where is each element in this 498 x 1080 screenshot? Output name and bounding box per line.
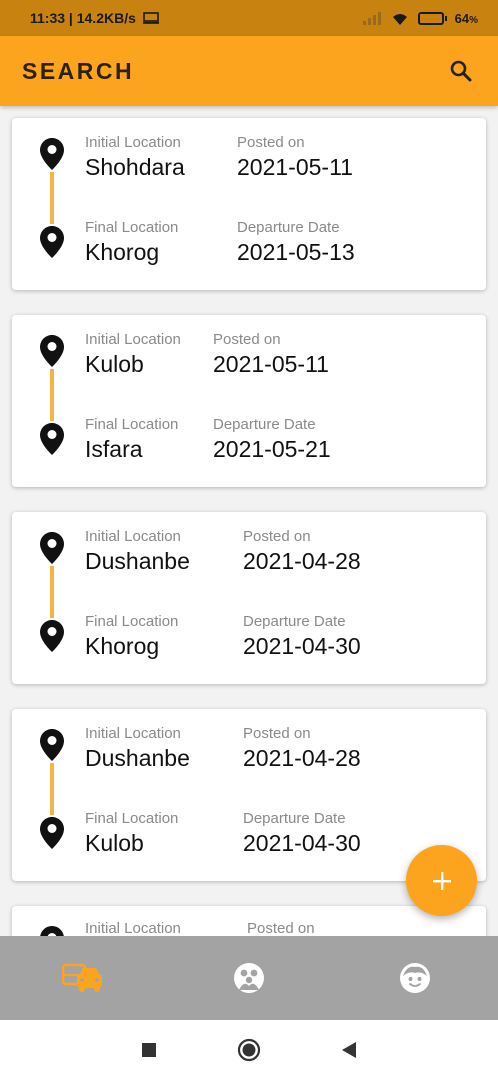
final-location-value: Khorog bbox=[85, 239, 160, 265]
status-bar: 11:33 | 14.2KB/s 64% bbox=[0, 0, 498, 36]
final-location-value: Kulob bbox=[85, 830, 144, 856]
status-left: 11:33 | 14.2KB/s bbox=[30, 10, 159, 26]
final-location-label: Final Location bbox=[85, 219, 179, 236]
posted-on-value: 2021-04-28 bbox=[243, 548, 361, 574]
status-right: 64% bbox=[362, 11, 478, 26]
initial-location-label: Initial Location bbox=[85, 725, 181, 742]
posted-on-label: Posted on bbox=[243, 725, 311, 742]
posted-on-label: Posted on bbox=[237, 134, 305, 151]
final-location-label: Final Location bbox=[85, 810, 179, 827]
location-pin-icon bbox=[40, 138, 64, 170]
search-button[interactable] bbox=[446, 56, 476, 86]
status-time-speed: 11:33 | 14.2KB/s bbox=[30, 10, 136, 26]
trip-card[interactable]: Initial Location Posted on bbox=[12, 906, 486, 936]
battery-icon bbox=[417, 11, 447, 25]
final-location-value: Isfara bbox=[85, 436, 143, 462]
initial-location-value: Kulob bbox=[85, 351, 144, 377]
recents-icon[interactable] bbox=[141, 1042, 157, 1058]
trip-card[interactable]: Initial Location Dushanbe Posted on 2021… bbox=[12, 512, 486, 684]
app-bar: SEARCH bbox=[0, 36, 498, 106]
profile-face-icon bbox=[400, 963, 430, 993]
location-pin-icon bbox=[40, 226, 64, 258]
posted-on-label: Posted on bbox=[247, 920, 315, 936]
posted-on-label: Posted on bbox=[243, 528, 311, 545]
posted-on-value: 2021-05-11 bbox=[213, 351, 329, 377]
departure-date-value: 2021-04-30 bbox=[243, 830, 361, 856]
location-pin-icon bbox=[40, 532, 64, 564]
location-pin-icon bbox=[40, 620, 64, 652]
final-location-value: Khorog bbox=[85, 633, 160, 659]
location-pin-icon bbox=[40, 335, 64, 367]
nav-item-profile[interactable] bbox=[385, 948, 445, 1008]
posted-on-label: Posted on bbox=[213, 331, 281, 348]
initial-location-label: Initial Location bbox=[85, 134, 181, 151]
posted-on-value: 2021-04-28 bbox=[243, 745, 361, 771]
back-icon[interactable] bbox=[341, 1041, 357, 1059]
location-pin-icon bbox=[40, 817, 64, 849]
departure-date-label: Departure Date bbox=[243, 810, 346, 827]
bottom-nav bbox=[0, 936, 498, 1020]
initial-location-value: Shohdara bbox=[85, 154, 185, 180]
departure-date-value: 2021-04-30 bbox=[243, 633, 361, 659]
search-icon bbox=[450, 60, 472, 82]
add-trip-button[interactable] bbox=[406, 845, 477, 916]
nav-item-rides[interactable] bbox=[53, 948, 113, 1008]
route-connector bbox=[50, 763, 54, 815]
home-icon[interactable] bbox=[237, 1038, 261, 1062]
initial-location-label: Initial Location bbox=[85, 528, 181, 545]
rides-icon bbox=[62, 963, 102, 992]
nav-item-group[interactable] bbox=[219, 948, 279, 1008]
trip-card[interactable]: Initial Location Kulob Posted on 2021-05… bbox=[12, 315, 486, 487]
final-location-label: Final Location bbox=[85, 416, 179, 433]
location-pin-icon bbox=[40, 926, 64, 936]
departure-date-value: 2021-05-21 bbox=[213, 436, 331, 462]
trip-list[interactable]: Initial Location Shohdara Posted on 2021… bbox=[0, 106, 498, 936]
route-connector bbox=[50, 172, 54, 224]
page-title: SEARCH bbox=[22, 57, 135, 84]
initial-location-value: Dushanbe bbox=[85, 745, 190, 771]
battery-percent: 64% bbox=[454, 10, 478, 26]
group-face-icon bbox=[234, 963, 264, 993]
route-connector bbox=[50, 566, 54, 618]
signal-icon bbox=[362, 12, 381, 25]
final-location-label: Final Location bbox=[85, 613, 179, 630]
location-pin-icon bbox=[40, 729, 64, 761]
departure-date-label: Departure Date bbox=[243, 613, 346, 630]
route-connector bbox=[50, 369, 54, 421]
departure-date-label: Departure Date bbox=[237, 219, 340, 236]
posted-on-value: 2021-05-11 bbox=[237, 154, 353, 180]
initial-location-value: Dushanbe bbox=[85, 548, 190, 574]
plus-icon bbox=[432, 871, 451, 890]
departure-date-label: Departure Date bbox=[213, 416, 316, 433]
location-pin-icon bbox=[40, 423, 64, 455]
initial-location-label: Initial Location bbox=[85, 331, 181, 348]
screen-cast-icon bbox=[142, 12, 159, 24]
departure-date-value: 2021-05-13 bbox=[237, 239, 355, 265]
wifi-icon bbox=[392, 13, 407, 25]
initial-location-label: Initial Location bbox=[85, 920, 181, 936]
system-nav-bar bbox=[0, 1020, 498, 1080]
trip-card[interactable]: Initial Location Shohdara Posted on 2021… bbox=[12, 118, 486, 290]
